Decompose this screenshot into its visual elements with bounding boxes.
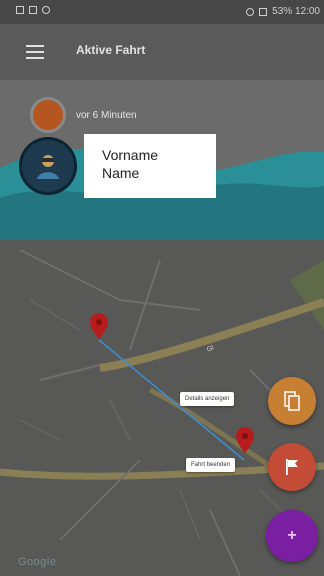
end-ride-label[interactable]: Fahrt beenden: [186, 458, 236, 472]
first-name: Vorname: [102, 147, 159, 163]
location-icon: [246, 7, 255, 16]
ride-header: vor 6 Minuten Vorname Name: [0, 80, 324, 240]
details-button[interactable]: [268, 377, 316, 425]
signal-icon: [259, 7, 268, 16]
document-icon: [284, 391, 300, 411]
end-ride-button[interactable]: [268, 443, 316, 491]
status-text: 53% 12:00: [272, 6, 320, 17]
active-ride-screen: 53% 12:00 Aktive Fahrt vor 6 Minuten Vor…: [0, 0, 324, 576]
passenger-avatar[interactable]: [19, 137, 77, 195]
details-label[interactable]: Details anzeigen: [180, 392, 235, 406]
ride-time-ago: vor 6 Minuten: [76, 110, 137, 121]
download-icon: [42, 6, 50, 14]
map-pin-icon[interactable]: [236, 427, 254, 453]
plus-icon: +: [287, 527, 297, 544]
driver-avatar: [30, 97, 66, 133]
google-attribution: Google: [18, 556, 57, 568]
passenger-name-card: Vorname Name: [84, 134, 216, 198]
map-pin-icon[interactable]: [90, 313, 108, 339]
menu-icon[interactable]: [26, 45, 44, 59]
flag-icon: [286, 459, 298, 475]
message-icon: [29, 6, 37, 14]
app-bar: Aktive Fahrt: [0, 24, 324, 80]
main-action-button[interactable]: +: [266, 510, 318, 562]
page-title: Aktive Fahrt: [76, 43, 146, 57]
gallery-icon: [16, 6, 24, 14]
status-bar: 53% 12:00: [0, 0, 324, 24]
person-icon: [37, 155, 59, 179]
last-name: Name: [102, 165, 140, 181]
